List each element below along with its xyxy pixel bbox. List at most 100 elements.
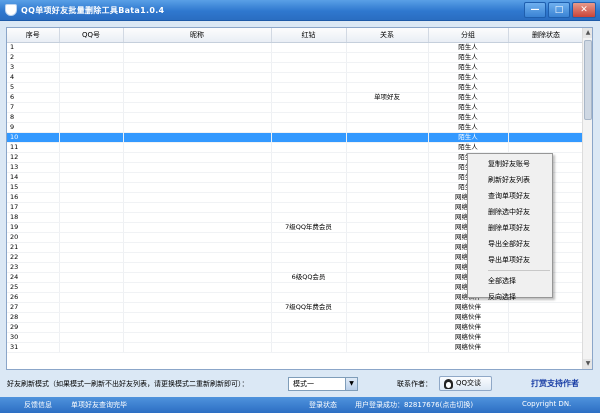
status-bar: 反馈信息 单项好友查询完毕 登录状态 用户登录成功：82817676(点击切换)… [0,397,600,413]
context-menu-item[interactable]: 删除选中好友 [468,204,552,220]
support-author-link[interactable]: 打赏支持作者 [531,378,579,389]
cell-qq-number [59,282,124,293]
cell-relation [346,132,429,143]
table-row[interactable]: 29 网络伙伴 [7,322,585,333]
cell-index: 24 [7,272,60,283]
cell-red-diamond [271,92,347,103]
cell-index: 29 [7,322,60,333]
context-menu: 复制好友账号 刷新好友列表 查询单项好友 删除选中好友 删除单项好友 导出全部好友 导出单项… [467,153,553,301]
cell-red-diamond [271,132,347,143]
cell-red-diamond [271,62,347,73]
cell-index: 17 [7,202,60,213]
scroll-thumb[interactable] [584,40,592,120]
cell-nickname [123,302,272,313]
cell-red-diamond [271,182,347,193]
cell-nickname [123,172,272,183]
cell-relation: 单项好友 [346,92,429,103]
context-menu-item[interactable]: 导出单项好友 [468,252,552,268]
cell-relation [346,82,429,93]
table-row[interactable]: 10 陌生人 [7,132,585,143]
column-header[interactable]: 删除状态 [508,28,585,43]
context-menu-item[interactable]: 查询单项好友 [468,188,552,204]
column-header[interactable]: 序号 [7,28,60,43]
cell-qq-number [59,322,124,333]
cell-index: 3 [7,62,60,73]
cell-delete-status [508,342,585,353]
cell-qq-number [59,192,124,203]
cell-delete-status [508,322,585,333]
table-row[interactable]: 11 陌生人 [7,142,585,153]
table-row[interactable]: 5 陌生人 [7,82,585,93]
context-menu-item[interactable]: 反向选择 [468,289,552,305]
context-menu-item[interactable]: 复制好友账号 [468,156,552,172]
cell-index: 23 [7,262,60,273]
cell-qq-number [59,92,124,103]
cell-nickname [123,282,272,293]
context-menu-item[interactable]: 全部选择 [468,273,552,289]
cell-relation [346,152,429,163]
table-row[interactable]: 9 陌生人 [7,122,585,133]
cell-qq-number [59,202,124,213]
table-row[interactable]: 28 网络伙伴 [7,312,585,323]
cell-index: 20 [7,232,60,243]
chevron-down-icon[interactable]: ▼ [345,378,357,390]
table-row[interactable]: 31 网络伙伴 [7,342,585,353]
maximize-button[interactable]: □ [548,2,570,18]
cell-relation [346,52,429,63]
column-header[interactable]: 昵称 [123,28,272,43]
context-menu-item[interactable]: 刷新好友列表 [468,172,552,188]
table-row[interactable]: 3 陌生人 [7,62,585,73]
cell-red-diamond [271,242,347,253]
column-header[interactable]: QQ号 [59,28,124,43]
qq-chat-button[interactable]: QQ交谈 [439,376,492,391]
context-menu-item[interactable]: 导出全部好友 [468,236,552,252]
cell-red-diamond [271,212,347,223]
column-header[interactable]: 红钻 [271,28,347,43]
cell-relation [346,62,429,73]
table-row[interactable]: 1 陌生人 [7,42,585,53]
cell-red-diamond: 6级QQ会员 [271,272,347,283]
window-controls: — □ ✕ [524,2,596,18]
cell-relation [346,312,429,323]
vertical-scrollbar[interactable]: ▲ ▼ [582,28,592,369]
cell-qq-number [59,222,124,233]
cell-qq-number [59,252,124,263]
cell-relation [346,252,429,263]
cell-nickname [123,92,272,103]
table-row[interactable]: 2 陌生人 [7,52,585,63]
login-state-value[interactable]: 用户登录成功：82817676(点击切换) [355,400,473,410]
cell-nickname [123,132,272,143]
cell-group: 陌生人 [428,142,509,153]
table-row[interactable]: 7 陌生人 [7,102,585,113]
column-header[interactable]: 关系 [346,28,429,43]
cell-nickname [123,122,272,133]
cell-qq-number [59,292,124,303]
cell-qq-number [59,172,124,183]
scroll-up-icon[interactable]: ▲ [583,28,592,38]
cell-relation [346,302,429,313]
cell-red-diamond [271,102,347,113]
cell-nickname [123,322,272,333]
refresh-mode-label: 好友刷新模式（如果模式一刷新不出好友列表，请更换模式二重新刷新即可）： [7,380,249,388]
cell-nickname [123,162,272,173]
cell-relation [346,282,429,293]
scroll-down-icon[interactable]: ▼ [583,359,592,369]
cell-delete-status [508,82,585,93]
column-header[interactable]: 分组 [428,28,509,43]
context-menu-item[interactable]: 删除单项好友 [468,220,552,236]
cell-red-diamond [271,162,347,173]
cell-relation [346,192,429,203]
cell-group: 网络伙伴 [428,312,509,323]
table-row[interactable]: 6 单项好友 陌生人 [7,92,585,103]
cell-qq-number [59,332,124,343]
table-row[interactable]: 4 陌生人 [7,72,585,83]
minimize-button[interactable]: — [524,2,546,18]
table-row[interactable]: 30 网络伙伴 [7,332,585,343]
cell-nickname [123,292,272,303]
cell-qq-number [59,212,124,223]
table-row[interactable]: 8 陌生人 [7,112,585,123]
cell-index: 9 [7,122,60,133]
close-button[interactable]: ✕ [572,2,596,18]
refresh-mode-select[interactable]: 模式一 ▼ [288,377,358,391]
cell-index: 14 [7,172,60,183]
